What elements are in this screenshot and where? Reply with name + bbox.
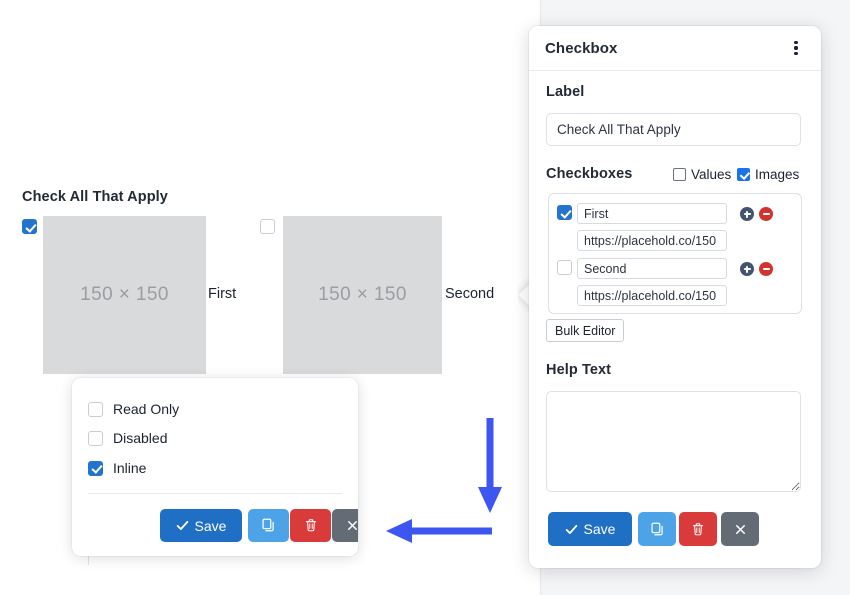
preview-option-label-second: Second xyxy=(445,286,494,302)
option-row-2-remove-icon[interactable] xyxy=(759,262,773,276)
preview-checkbox-first[interactable] xyxy=(22,219,37,234)
option-row-1-add-icon[interactable] xyxy=(740,207,754,221)
editor-panel-title: Checkbox xyxy=(545,40,618,57)
kebab-dot xyxy=(794,52,797,55)
save-button-label: Save xyxy=(195,518,227,534)
option-row-2-image-input[interactable] xyxy=(577,285,727,306)
inline-label: Inline xyxy=(113,460,146,476)
left-arrow xyxy=(386,519,492,543)
panel-save-button[interactable]: Save xyxy=(548,512,632,546)
save-button[interactable]: Save xyxy=(160,509,242,542)
option-row-inline[interactable]: Inline xyxy=(88,460,146,476)
help-text-heading: Help Text xyxy=(546,362,611,378)
app-screenshot: Check All That Apply 150 × 150 First 150… xyxy=(0,0,850,595)
editor-panel-header: Checkbox xyxy=(529,26,821,71)
images-checkbox[interactable] xyxy=(737,168,750,181)
copy-icon xyxy=(261,518,276,533)
trash-icon xyxy=(304,518,318,533)
disabled-checkbox[interactable] xyxy=(88,431,103,446)
close-icon xyxy=(734,523,747,536)
values-checkbox[interactable] xyxy=(673,168,686,181)
preview-image-first-text: 150 × 150 xyxy=(80,284,169,306)
close-button[interactable] xyxy=(332,509,358,542)
trash-icon xyxy=(691,522,705,537)
option-row-1-remove-icon[interactable] xyxy=(759,207,773,221)
option-row-1-checkbox[interactable] xyxy=(557,205,572,220)
panel-save-button-label: Save xyxy=(584,521,616,537)
check-icon xyxy=(176,519,189,532)
panel-delete-button[interactable] xyxy=(679,512,717,546)
label-section-heading: Label xyxy=(546,84,584,100)
preview-image-second-text: 150 × 150 xyxy=(318,284,407,306)
close-icon xyxy=(346,519,358,532)
copy-icon xyxy=(650,522,665,537)
help-text-textarea[interactable] xyxy=(546,391,801,492)
preview-field-label: Check All That Apply xyxy=(22,189,168,205)
checkbox-options-builder xyxy=(548,193,802,314)
images-label: Images xyxy=(755,167,799,182)
kebab-dot xyxy=(794,41,797,44)
option-row-1-image-input[interactable] xyxy=(577,230,727,251)
option-row-2-name-input[interactable] xyxy=(577,258,727,279)
preview-image-first: 150 × 150 xyxy=(43,216,206,374)
kebab-dot xyxy=(794,46,797,49)
copy-button[interactable] xyxy=(248,509,289,542)
options-card-divider xyxy=(88,493,342,494)
bulk-editor-button[interactable]: Bulk Editor xyxy=(546,319,624,342)
field-options-card: Read Only Disabled Inline Save xyxy=(72,378,358,556)
down-arrow xyxy=(478,418,502,513)
option-row-2-checkbox[interactable] xyxy=(557,260,572,275)
panel-close-button[interactable] xyxy=(721,512,759,546)
check-icon xyxy=(565,523,578,536)
label-input[interactable] xyxy=(546,113,801,146)
preview-checkbox-second[interactable] xyxy=(260,219,275,234)
delete-button[interactable] xyxy=(290,509,331,542)
preview-image-second: 150 × 150 xyxy=(283,216,442,374)
checkboxes-section-heading: Checkboxes xyxy=(546,166,632,182)
preview-option-label-first: First xyxy=(208,286,236,302)
values-toggle[interactable]: Values xyxy=(673,167,731,182)
read-only-checkbox[interactable] xyxy=(88,402,103,417)
values-label: Values xyxy=(691,167,731,182)
images-toggle[interactable]: Images xyxy=(737,167,799,182)
option-row-2-add-icon[interactable] xyxy=(740,262,754,276)
panel-copy-button[interactable] xyxy=(638,512,676,546)
inline-checkbox[interactable] xyxy=(88,461,103,476)
option-row-read-only[interactable]: Read Only xyxy=(88,401,179,417)
kebab-menu-icon[interactable] xyxy=(787,39,805,57)
read-only-label: Read Only xyxy=(113,401,179,417)
option-row-1-name-input[interactable] xyxy=(577,203,727,224)
disabled-label: Disabled xyxy=(113,430,167,446)
option-row-disabled[interactable]: Disabled xyxy=(88,430,167,446)
